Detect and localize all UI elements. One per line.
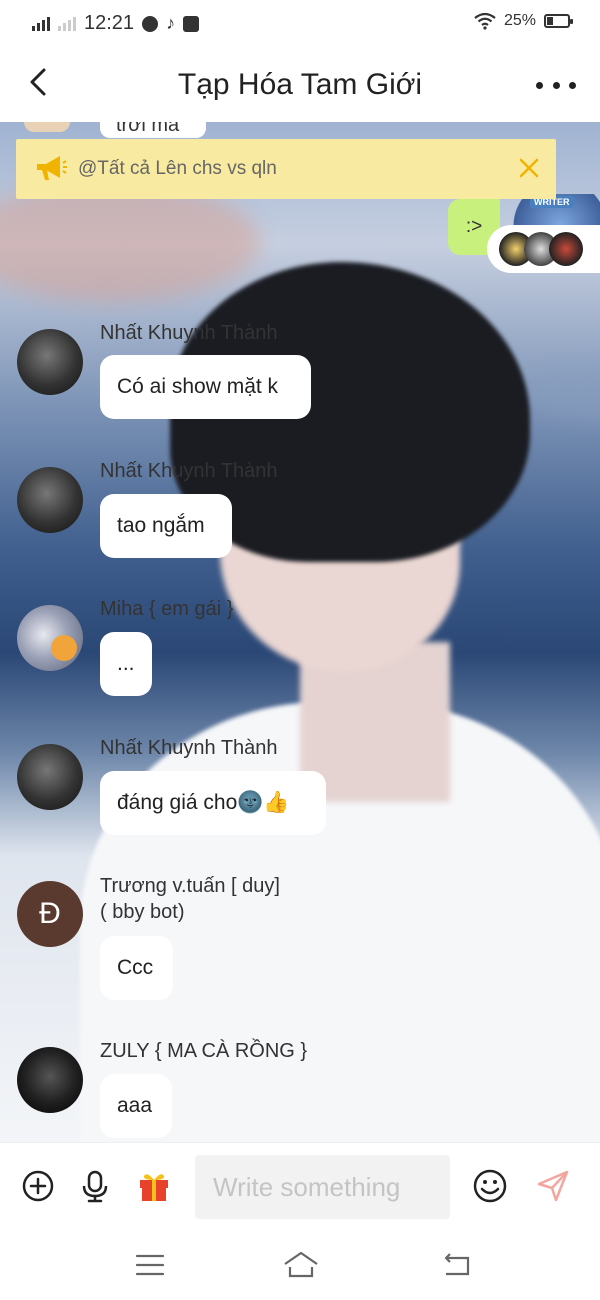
sender-name: Nhất Khuynh Thành [100, 737, 278, 759]
message-bubble[interactable]: aaa [100, 1074, 172, 1138]
message-bubble[interactable]: tao ngắm [100, 494, 232, 558]
sender-name: Nhất Khuynh Thành [100, 322, 278, 344]
chat-title: Tạp Hóa Tam Giới [177, 68, 423, 101]
sender-name: Trương v.tuấn [ duy] ( bby bot) [100, 875, 280, 923]
pinned-announcement[interactable]: @Tất cả Lên chs vs qln [16, 139, 556, 199]
send-icon[interactable] [536, 1169, 570, 1203]
avatar[interactable] [17, 744, 83, 810]
menu-icon[interactable] [133, 1250, 167, 1280]
close-icon[interactable] [516, 155, 542, 181]
more-icon[interactable] [536, 70, 576, 100]
message-bubble[interactable]: đáng giá cho🌚👍 [100, 771, 326, 835]
partial-avatar [24, 122, 70, 132]
sticker-3-icon [549, 232, 583, 266]
message-bubble[interactable]: ... [100, 632, 152, 696]
avatar[interactable] [17, 1047, 83, 1113]
battery-icon [544, 14, 573, 28]
message-input[interactable] [195, 1155, 450, 1219]
youtube-icon [183, 15, 200, 32]
back-nav-icon[interactable] [440, 1250, 474, 1280]
status-bar: 12:21 ♪ 25% [0, 0, 600, 48]
avatar[interactable] [17, 605, 83, 671]
chat-area[interactable]: trời mà :> WRITER @Tất cả Lên chs vs qln… [0, 122, 600, 1142]
message-bubble[interactable]: Ccc [100, 936, 173, 1000]
message-bubble[interactable]: Có ai show mặt k [100, 355, 311, 419]
browser-icon [142, 15, 159, 32]
tiktok-icon: ♪ [166, 13, 176, 33]
clock: 12:21 [84, 12, 135, 34]
avatar[interactable] [17, 467, 83, 533]
megaphone-icon [37, 156, 67, 180]
emoji-icon[interactable] [473, 1169, 507, 1203]
plus-circle-icon[interactable] [21, 1169, 55, 1203]
sender-name: ZULY { MA CÀ RỒNG } [100, 1040, 308, 1062]
message-input-bar [0, 1142, 600, 1233]
microphone-icon[interactable] [78, 1169, 112, 1203]
cellular-signal-icon [32, 16, 50, 31]
message-bubble-partial: trời mà [100, 122, 206, 138]
avatar[interactable]: Đ [17, 881, 83, 947]
chat-header: Tạp Hóa Tam Giới [0, 48, 600, 122]
cellular-signal-2-icon [58, 16, 76, 31]
wifi-icon [474, 12, 496, 30]
battery-percent: 25% [503, 12, 536, 29]
announcement-text: @Tất cả Lên chs vs qln [78, 158, 277, 179]
gift-icon[interactable] [137, 1169, 171, 1203]
sender-name: Miha { em gái } [100, 598, 234, 620]
system-nav-bar [0, 1232, 600, 1300]
home-icon[interactable] [281, 1250, 321, 1280]
sender-name: Nhất Khuynh Thành [100, 460, 278, 482]
avatar[interactable] [17, 329, 83, 395]
